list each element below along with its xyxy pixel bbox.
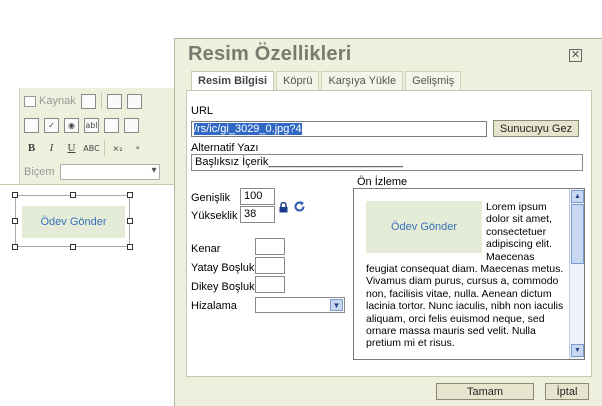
toolbar-row-2: ✓ ◉ abl (24, 115, 139, 135)
close-icon[interactable]: ✕ (569, 49, 582, 62)
border-label: Kenar (191, 243, 221, 255)
dialog-title: Resim Özellikleri (188, 43, 352, 65)
cancel-button[interactable]: İptal (545, 383, 589, 400)
preview-scrollbar[interactable]: ▲ ▼ (569, 189, 584, 359)
resize-handle[interactable] (127, 192, 133, 198)
superscript-button[interactable]: ײ (130, 141, 145, 156)
align-select[interactable]: ▼ (255, 297, 345, 313)
form-icon[interactable] (24, 117, 39, 133)
scrollbar-thumb[interactable] (571, 204, 584, 264)
resize-handle[interactable] (70, 244, 76, 250)
underline-button[interactable]: U (64, 141, 79, 156)
chevron-down-icon[interactable]: ▼ (330, 299, 343, 311)
preview-image: Ödev Gönder (366, 201, 482, 253)
url-value: /rs/ic/gi_3029_0.jpg?4 (194, 123, 302, 135)
toolbar-row-3: B I U ABC ×₂ ײ (24, 138, 145, 158)
save-icon[interactable] (106, 93, 122, 109)
align-label: Hizalama (191, 300, 237, 312)
bold-button[interactable]: B (24, 141, 39, 156)
select-field-icon[interactable] (124, 117, 139, 133)
lock-ratio-icon[interactable] (279, 202, 288, 213)
alt-text-label: Alternatif Yazı (191, 142, 259, 154)
checkbox-icon[interactable]: ✓ (44, 117, 59, 133)
tab-advanced[interactable]: Gelişmiş (405, 71, 462, 90)
image-properties-dialog: Resim Özellikleri ✕ Resim Bilgisi Köprü … (174, 38, 602, 406)
vspace-label: Dikey Boşluk (191, 281, 255, 293)
image-info-panel: URL /rs/ic/gi_3029_0.jpg?4 Sunucuyu Gez … (186, 90, 592, 377)
source-icon (24, 95, 36, 107)
browse-server-button[interactable]: Sunucuyu Gez (493, 120, 579, 137)
paste-icon[interactable] (80, 93, 96, 109)
alt-text-input[interactable]: Başlıksız İçerik______________________ (191, 154, 583, 171)
border-input[interactable] (255, 238, 285, 255)
toolbar-separator (100, 93, 102, 109)
preview-content: Ödev Gönder Lorem ipsum dolor sit amet, … (366, 201, 568, 350)
dialog-tabs: Resim Bilgisi Köprü Karşıya Yükle Gelişm… (191, 71, 463, 91)
scroll-down-icon[interactable]: ▼ (571, 344, 584, 357)
strike-button[interactable]: ABC (83, 141, 99, 156)
toolbar-row-1: Kaynak (24, 91, 142, 111)
scroll-up-icon[interactable]: ▲ (571, 190, 584, 203)
resize-handle[interactable] (12, 244, 18, 250)
preview-label: Ön İzleme (357, 176, 408, 188)
source-button[interactable]: Kaynak (24, 95, 76, 107)
preview-box: Ödev Gönder Lorem ipsum dolor sit amet, … (353, 188, 585, 360)
hspace-input[interactable] (255, 257, 285, 274)
vspace-input[interactable] (255, 276, 285, 293)
resize-handle[interactable] (12, 192, 18, 198)
source-label: Kaynak (39, 95, 76, 107)
url-label: URL (191, 105, 214, 117)
editor-toolbar: Kaynak ✓ ◉ abl B I U ABC ×₂ ײ Biçem (19, 88, 189, 184)
radio-icon[interactable]: ◉ (64, 117, 79, 133)
height-label: Yükseklik (191, 210, 238, 222)
ok-button[interactable]: Tamam (436, 383, 534, 400)
subscript-button[interactable]: ×₂ (110, 141, 125, 156)
italic-button[interactable]: I (44, 141, 59, 156)
hspace-label: Yatay Boşluk (191, 262, 255, 274)
width-input[interactable]: 100 (240, 188, 275, 205)
tab-image-info[interactable]: Resim Bilgisi (191, 71, 275, 91)
text-field-icon[interactable]: abl (84, 117, 99, 133)
textarea-icon[interactable] (104, 117, 119, 133)
height-input[interactable]: 38 (240, 206, 275, 223)
toolbar-row-4: Biçem (24, 162, 160, 182)
new-page-icon[interactable] (126, 93, 142, 109)
resize-handle[interactable] (127, 218, 133, 224)
resize-handle[interactable] (12, 218, 18, 224)
width-label: Genişlik (191, 192, 231, 204)
reset-size-icon[interactable] (293, 200, 306, 213)
selected-image[interactable]: Ödev Gönder (15, 195, 130, 247)
tab-upload[interactable]: Karşıya Yükle (321, 71, 404, 90)
tab-link[interactable]: Köprü (276, 71, 320, 90)
resize-handle[interactable] (70, 192, 76, 198)
url-input[interactable]: /rs/ic/gi_3029_0.jpg?4 (191, 121, 487, 137)
style-label: Biçem (24, 166, 55, 178)
toolbar-separator (104, 140, 105, 156)
selected-image-content: Ödev Gönder (22, 206, 125, 238)
resize-handle[interactable] (127, 244, 133, 250)
style-select[interactable] (59, 164, 160, 180)
